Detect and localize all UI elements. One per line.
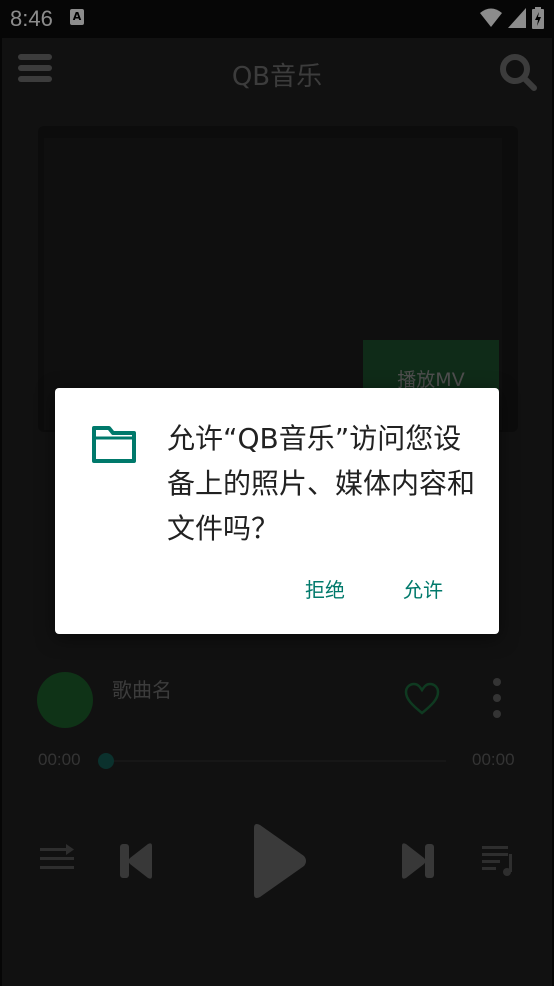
permission-dialog: 允许“QB音乐”访问您设备上的照片、媒体内容和文件吗？ 拒绝 允许 xyxy=(55,388,499,634)
allow-button[interactable]: 允许 xyxy=(403,574,443,603)
folder-icon xyxy=(92,426,136,463)
dialog-message: 允许“QB音乐”访问您设备上的照片、媒体内容和文件吗？ xyxy=(167,422,476,545)
deny-button[interactable]: 拒绝 xyxy=(305,574,345,603)
